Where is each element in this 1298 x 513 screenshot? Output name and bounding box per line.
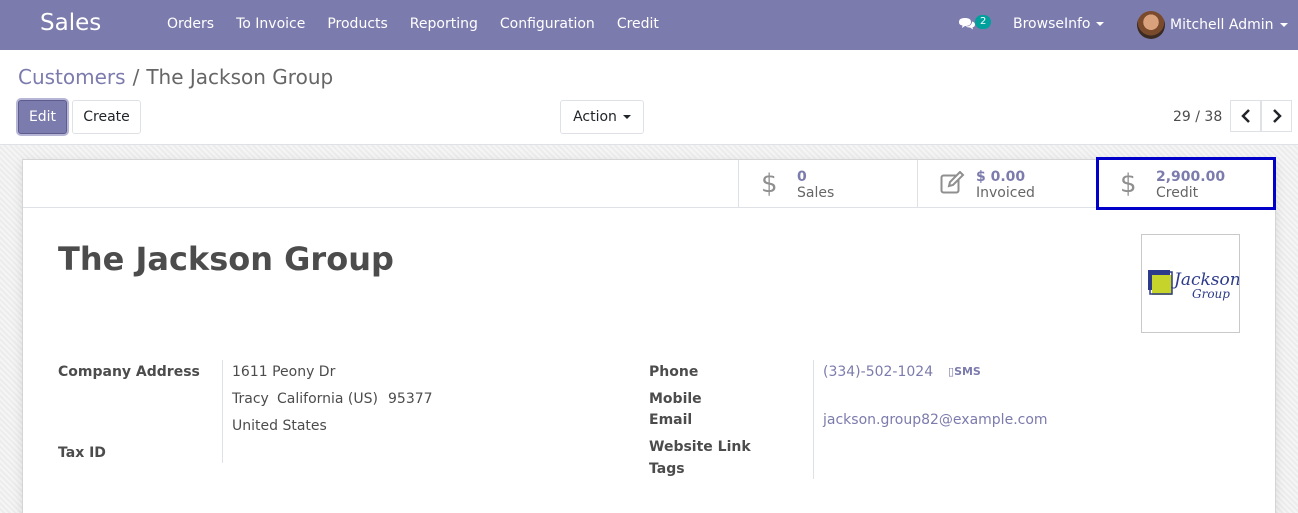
chevron-right-icon [1272, 109, 1282, 123]
form-sheet: $ 0 Sales $ 0.00 Invoiced $ 2,900.00 Cre… [22, 157, 1276, 513]
pager-value[interactable]: 29 / 38 [1173, 109, 1222, 125]
country-field[interactable]: United States [232, 418, 327, 434]
create-button[interactable]: Create [72, 100, 141, 134]
field-divider [222, 360, 223, 463]
chat-icon [959, 18, 975, 30]
chevron-down-icon [622, 115, 631, 119]
pager-next-button[interactable] [1261, 100, 1292, 132]
menu-credit[interactable]: Credit [617, 16, 659, 32]
logo-text-2: Group [1192, 287, 1230, 301]
breadcrumb-separator: / [132, 65, 140, 89]
website-link-label: Website Link [649, 439, 751, 455]
action-dropdown[interactable]: Action [560, 100, 644, 134]
mobile-label: Mobile [649, 391, 702, 407]
sales-label: Sales [797, 185, 835, 201]
chevron-down-icon [1279, 23, 1288, 27]
breadcrumb-current: The Jackson Group [146, 65, 334, 89]
breadcrumb-customers[interactable]: Customers [18, 65, 126, 89]
breadcrumb: Customers / The Jackson Group [18, 65, 333, 89]
messaging-menu[interactable]: 2 [958, 15, 992, 35]
jackson-group-logo: Jackson Group [1148, 270, 1241, 301]
pager-previous-button[interactable] [1230, 100, 1261, 132]
menu-configuration[interactable]: Configuration [500, 16, 595, 32]
app-name[interactable]: Sales [40, 10, 101, 36]
email-label: Email [649, 412, 693, 428]
dollar-icon: $ [761, 169, 778, 199]
phone-field[interactable]: (334)-502-1024 [823, 364, 933, 380]
partner-logo[interactable]: Jackson Group [1141, 234, 1241, 333]
invoiced-label: Invoiced [976, 185, 1035, 201]
street-field[interactable]: 1611 Peony Dr [232, 364, 335, 380]
menu-orders[interactable]: Orders [167, 16, 214, 32]
phone-label: Phone [649, 364, 699, 380]
chevron-down-icon [1096, 22, 1105, 26]
credit-label: Credit [1156, 185, 1199, 201]
main-menu: Orders To Invoice Products Reporting Con… [167, 16, 659, 32]
sms-label: SMS [954, 365, 981, 378]
credit-amount: 2,900.00 [1156, 169, 1226, 185]
edit-button[interactable]: Edit [18, 100, 67, 134]
email-field[interactable]: jackson.group82@example.com [823, 412, 1048, 428]
tags-label: Tags [649, 461, 685, 477]
chat-count-badge: 2 [975, 15, 992, 29]
smart-button-box: $ 0 Sales $ 0.00 Invoiced $ 2,900.00 Cre… [23, 157, 1276, 210]
user-name: Mitchell Admin [1170, 17, 1274, 33]
sales-count: 0 [797, 169, 807, 185]
sms-button[interactable]: ▯SMS [948, 365, 981, 378]
dollar-icon: $ [1120, 169, 1137, 199]
edit-icon [940, 170, 965, 197]
menu-reporting[interactable]: Reporting [410, 16, 478, 32]
menu-products[interactable]: Products [327, 16, 387, 32]
city-field[interactable]: Tracy [232, 391, 269, 407]
company-name: BrowseInfo [1013, 16, 1091, 32]
field-divider [813, 360, 814, 479]
invoiced-smart-button[interactable]: $ 0.00 Invoiced [917, 160, 1096, 208]
tax-id-label: Tax ID [58, 445, 106, 461]
state-field[interactable]: California (US) [277, 391, 378, 407]
sales-smart-button[interactable]: $ 0 Sales [738, 160, 917, 208]
avatar [1137, 11, 1165, 39]
zip-field[interactable]: 95377 [388, 391, 433, 407]
partner-name[interactable]: The Jackson Group [58, 240, 394, 278]
company-switcher[interactable]: BrowseInfo [1013, 16, 1105, 32]
menu-to-invoice[interactable]: To Invoice [236, 16, 305, 32]
invoiced-amount: $ 0.00 [976, 169, 1026, 185]
chevron-left-icon [1240, 109, 1250, 123]
action-label: Action [573, 109, 617, 125]
company-address-label: Company Address [58, 364, 200, 380]
credit-smart-button[interactable]: $ 2,900.00 Credit [1096, 157, 1276, 210]
user-menu[interactable]: Mitchell Admin [1137, 11, 1288, 39]
top-navbar: Sales Orders To Invoice Products Reporti… [0, 0, 1298, 50]
